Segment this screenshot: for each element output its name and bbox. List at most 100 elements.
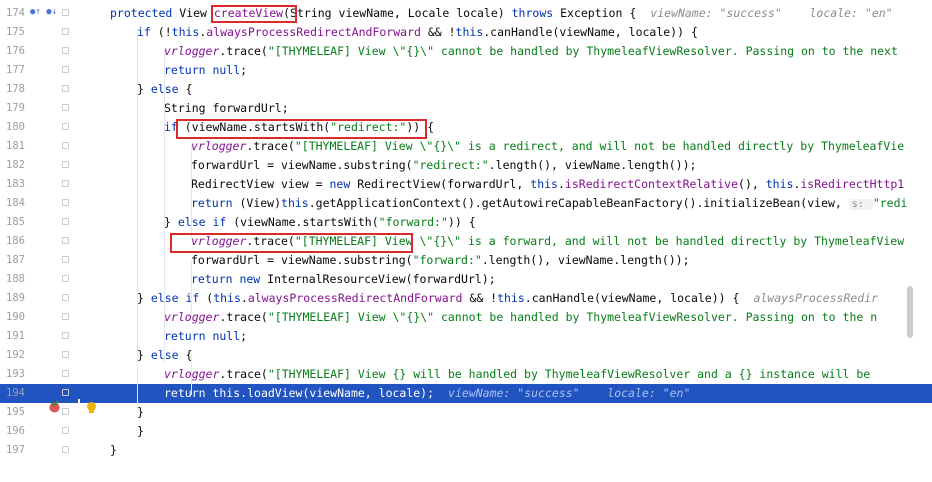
code-line[interactable]: 190 vrlogger.trace("[THYMELEAF] View \"{}… bbox=[0, 308, 932, 327]
code-line[interactable]: 181 vrlogger.trace("[THYMELEAF] View \"{}… bbox=[0, 137, 932, 156]
code-text[interactable]: vrlogger.trace("[THYMELEAF] View \"{}\" … bbox=[164, 308, 877, 327]
line-number[interactable]: 190 bbox=[6, 308, 32, 327]
code-text[interactable]: vrlogger.trace("[THYMELEAF] View {} will… bbox=[164, 365, 870, 384]
fold-marker-icon[interactable] bbox=[62, 446, 69, 453]
code-line[interactable]: 195} bbox=[0, 403, 932, 422]
fold-marker-icon[interactable] bbox=[62, 408, 69, 415]
fold-marker-icon[interactable] bbox=[62, 47, 69, 54]
code-line[interactable]: 174 protected View createView(String view… bbox=[0, 4, 932, 23]
code-line[interactable]: 186 vrlogger.trace("[THYMELEAF] View \"{}… bbox=[0, 232, 932, 251]
line-number[interactable]: 183 bbox=[6, 175, 32, 194]
code-text[interactable]: RedirectView view = new RedirectView(for… bbox=[191, 175, 904, 194]
line-number[interactable]: 191 bbox=[6, 327, 32, 346]
fold-marker-icon[interactable] bbox=[62, 370, 69, 377]
line-number[interactable]: 182 bbox=[6, 156, 32, 175]
code-text[interactable]: if (viewName.startsWith("redirect:")) { bbox=[164, 118, 434, 137]
line-number[interactable]: 185 bbox=[6, 213, 32, 232]
line-number[interactable]: 196 bbox=[6, 422, 32, 441]
fold-marker-icon[interactable] bbox=[62, 351, 69, 358]
line-number[interactable]: 174 bbox=[6, 4, 32, 23]
code-text[interactable]: protected View createView(String viewNam… bbox=[110, 4, 893, 23]
fold-marker-icon[interactable] bbox=[62, 9, 69, 16]
code-line[interactable]: 185 } else if (viewName.startsWith("forwa… bbox=[0, 213, 932, 232]
code-line[interactable]: 191 return null; bbox=[0, 327, 932, 346]
code-text[interactable]: vrlogger.trace("[THYMELEAF] View \"{}\" … bbox=[191, 232, 904, 251]
fold-marker-icon[interactable] bbox=[62, 218, 69, 225]
line-number[interactable]: 177 bbox=[6, 61, 32, 80]
code-text[interactable]: return null; bbox=[164, 61, 247, 80]
fold-marker-icon[interactable] bbox=[62, 256, 69, 263]
code-text[interactable]: return new InternalResourceView(forwardU… bbox=[191, 270, 496, 289]
code-token: "[THYMELEAF] View \"{}\" is a forward, a… bbox=[294, 234, 905, 248]
fold-marker-icon[interactable] bbox=[62, 180, 69, 187]
fold-marker-icon[interactable] bbox=[62, 104, 69, 111]
line-number[interactable]: 184 bbox=[6, 194, 32, 213]
code-line[interactable]: 187 forwardUrl = viewName.substring("forw… bbox=[0, 251, 932, 270]
line-number[interactable]: 194 bbox=[6, 384, 32, 403]
code-text[interactable]: String forwardUrl; bbox=[164, 99, 289, 118]
code-text[interactable]: } bbox=[110, 441, 117, 460]
fold-marker-icon[interactable] bbox=[62, 332, 69, 339]
code-text[interactable]: } bbox=[137, 403, 144, 422]
code-text[interactable]: } else if (this.alwaysProcessRedirectAnd… bbox=[137, 289, 878, 308]
line-number[interactable]: 189 bbox=[6, 289, 32, 308]
fold-marker-icon[interactable] bbox=[62, 275, 69, 282]
fold-marker-icon[interactable] bbox=[62, 237, 69, 244]
code-line[interactable]: 178} else { bbox=[0, 80, 932, 99]
line-number[interactable]: 180 bbox=[6, 118, 32, 137]
line-number[interactable]: 176 bbox=[6, 42, 32, 61]
fold-marker-icon[interactable] bbox=[62, 427, 69, 434]
fold-marker-icon[interactable] bbox=[62, 85, 69, 92]
code-line[interactable]: 183 RedirectView view = new RedirectView(… bbox=[0, 175, 932, 194]
fold-marker-icon[interactable] bbox=[62, 66, 69, 73]
breakpoint-icon[interactable] bbox=[48, 400, 61, 413]
code-line[interactable]: 177 return null; bbox=[0, 61, 932, 80]
code-line[interactable]: 175 if (!this.alwaysProcessRedirectAndFor… bbox=[0, 23, 932, 42]
code-line[interactable]: 184 return (View)this.getApplicationConte… bbox=[0, 194, 932, 213]
fold-marker-icon[interactable] bbox=[62, 389, 69, 396]
fold-marker-icon[interactable] bbox=[62, 294, 69, 301]
code-text[interactable]: vrlogger.trace("[THYMELEAF] View \"{}\" … bbox=[191, 137, 904, 156]
line-number[interactable]: 178 bbox=[6, 80, 32, 99]
line-number[interactable]: 187 bbox=[6, 251, 32, 270]
code-text[interactable]: return (View)this.getApplicationContext(… bbox=[191, 194, 907, 213]
code-line[interactable]: 197} bbox=[0, 441, 932, 460]
line-number[interactable]: 188 bbox=[6, 270, 32, 289]
fold-marker-icon[interactable] bbox=[62, 199, 69, 206]
line-number[interactable]: 179 bbox=[6, 99, 32, 118]
fold-marker-icon[interactable] bbox=[62, 123, 69, 130]
code-line[interactable]: 189 } else if (this.alwaysProcessRedirect… bbox=[0, 289, 932, 308]
code-line[interactable]: 180 if (viewName.startsWith("redirect:"))… bbox=[0, 118, 932, 137]
code-text[interactable]: return null; bbox=[164, 327, 247, 346]
code-text[interactable]: } else if (viewName.startsWith("forward:… bbox=[164, 213, 476, 232]
code-token: Exception { bbox=[560, 6, 637, 20]
code-line[interactable]: 192} else { bbox=[0, 346, 932, 365]
line-number[interactable]: 192 bbox=[6, 346, 32, 365]
line-number[interactable]: 181 bbox=[6, 137, 32, 156]
fold-marker-icon[interactable] bbox=[62, 28, 69, 35]
code-line[interactable]: 194 return this.loadView(viewName, locale… bbox=[0, 384, 932, 403]
line-number[interactable]: 175 bbox=[6, 23, 32, 42]
code-line[interactable]: 196} bbox=[0, 422, 932, 441]
code-line[interactable]: 193 vrlogger.trace("[THYMELEAF] View {} w… bbox=[0, 365, 932, 384]
editor-scrollbar[interactable] bbox=[907, 286, 913, 338]
fold-marker-icon[interactable] bbox=[62, 142, 69, 149]
code-line[interactable]: 179 String forwardUrl; bbox=[0, 99, 932, 118]
fold-marker-icon[interactable] bbox=[62, 161, 69, 168]
override-method-icon[interactable]: ●↑ ●↓ bbox=[30, 7, 57, 17]
line-number[interactable]: 197 bbox=[6, 441, 32, 460]
fold-marker-icon[interactable] bbox=[62, 313, 69, 320]
code-text[interactable]: forwardUrl = viewName.substring("redirec… bbox=[191, 156, 696, 175]
code-text[interactable]: if (!this.alwaysProcessRedirectAndForwar… bbox=[137, 23, 698, 42]
line-number[interactable]: 193 bbox=[6, 365, 32, 384]
code-line[interactable]: 188 return new InternalResourceView(forwa… bbox=[0, 270, 932, 289]
line-number[interactable]: 186 bbox=[6, 232, 32, 251]
code-line[interactable]: 182 forwardUrl = viewName.substring("redi… bbox=[0, 156, 932, 175]
code-editor[interactable]: 174 protected View createView(String view… bbox=[0, 0, 932, 482]
code-text[interactable]: forwardUrl = viewName.substring("forward… bbox=[191, 251, 690, 270]
code-text[interactable]: return this.loadView(viewName, locale); v… bbox=[164, 384, 690, 403]
line-number[interactable]: 195 bbox=[6, 403, 32, 422]
code-text[interactable]: } bbox=[137, 422, 144, 441]
code-text[interactable]: vrlogger.trace("[THYMELEAF] View \"{}\" … bbox=[164, 42, 898, 61]
code-line[interactable]: 176 vrlogger.trace("[THYMELEAF] View \"{}… bbox=[0, 42, 932, 61]
